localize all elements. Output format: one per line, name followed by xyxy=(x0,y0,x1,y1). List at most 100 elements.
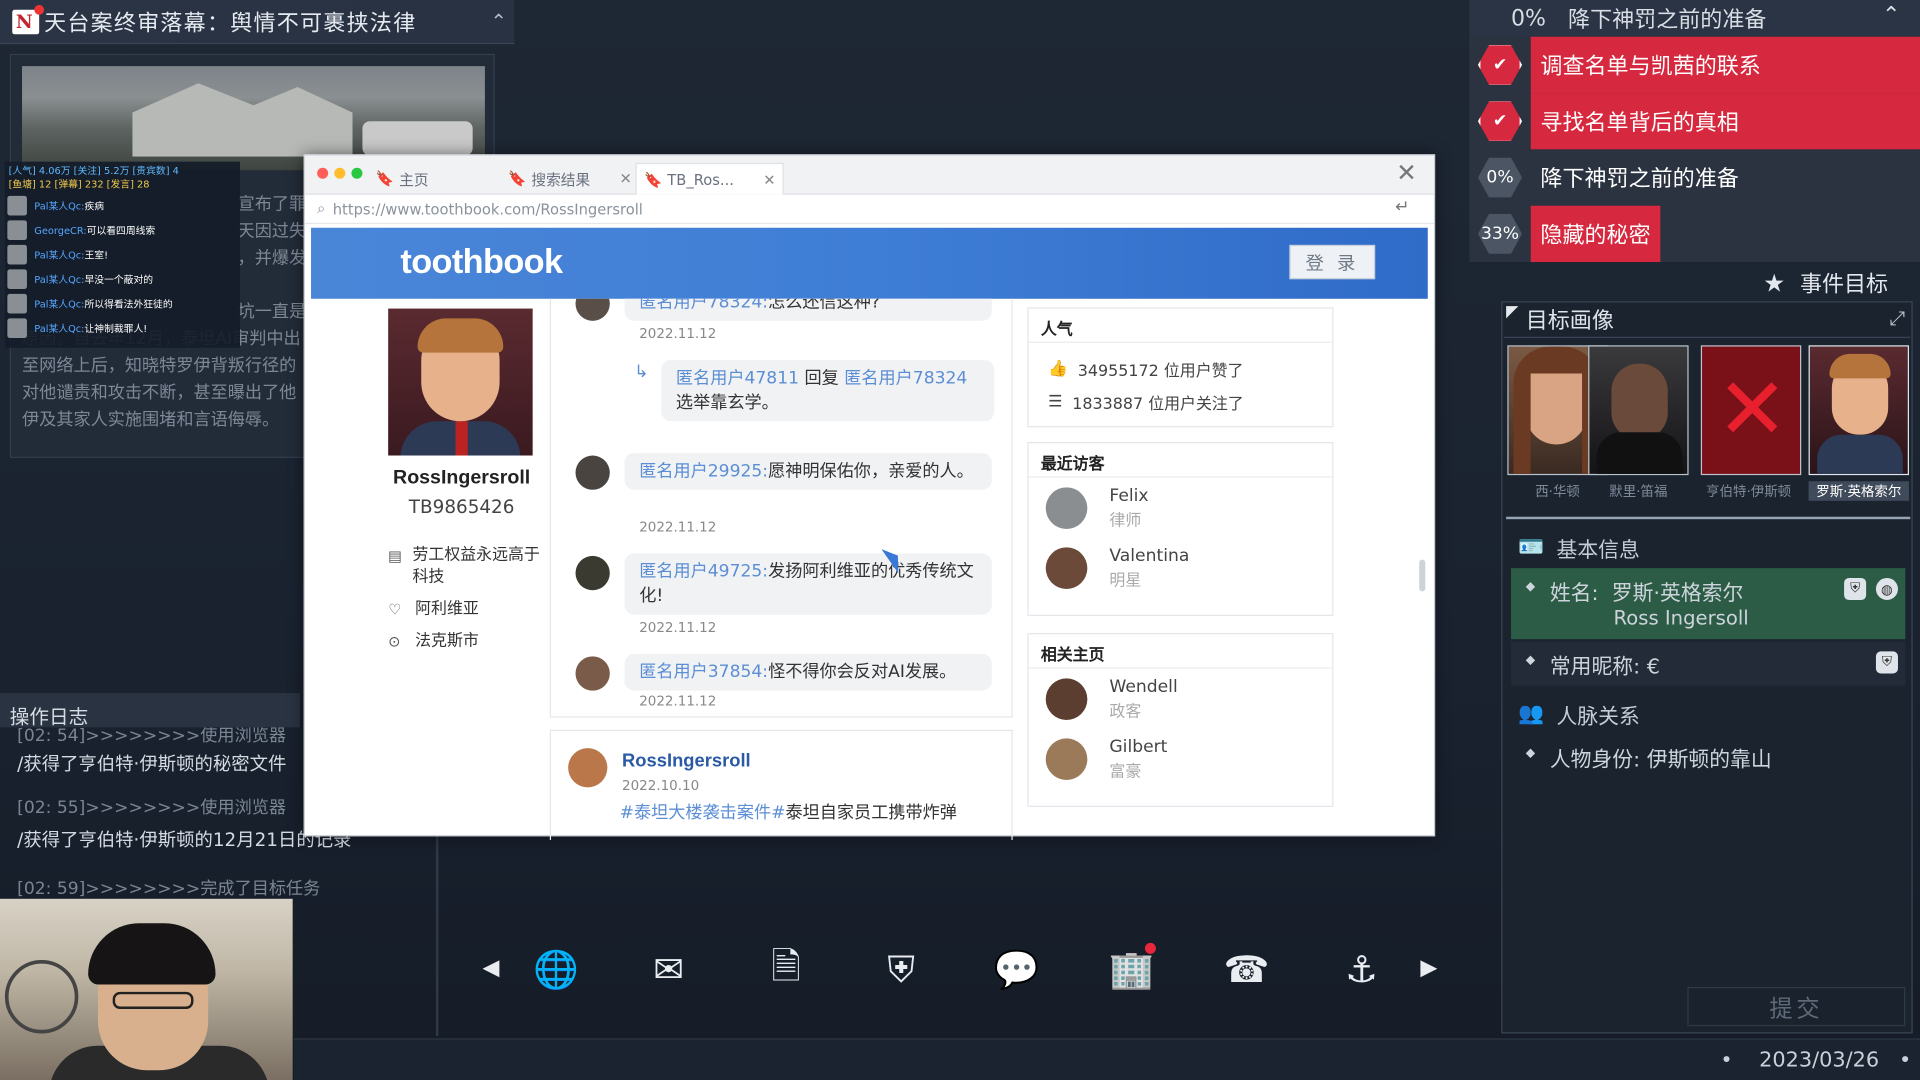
tab-bar: 🔖 主页 🔖 搜索结果 ✕ 🔖 TB_Ros... ✕ ✕ xyxy=(304,155,1434,195)
calendar-icon: ▤ xyxy=(388,547,403,565)
browser-window: 🔖 主页 🔖 搜索结果 ✕ 🔖 TB_Ros... ✕ ✕ ⌕ https://www.to… xyxy=(303,154,1436,841)
portrait-card[interactable]: ✕ xyxy=(1700,345,1802,476)
basic-info: 🪪 基本信息 ◆ 姓名: 罗斯·英格索尔 Ross Ingersoll ⛨ ◍ ◆ … xyxy=(1511,527,1906,780)
check-icon: ✔ xyxy=(1477,45,1523,85)
diamond-icon: ◆ xyxy=(1525,746,1536,761)
comment-feed: 匿名用户78324:怎么还信这种? 2022.11.12 ↳ 匿名用户47811… xyxy=(549,298,1013,718)
divider xyxy=(1506,516,1911,520)
post-author[interactable]: RossIngersroll xyxy=(622,751,751,772)
task-item[interactable]: 0% 降下神罚之前的准备 xyxy=(1469,149,1920,206)
cross-icon: ✕ xyxy=(1716,358,1789,460)
avatar xyxy=(575,656,610,691)
related-item[interactable]: Wendell 政客 xyxy=(1029,669,1333,729)
notification-dot-icon xyxy=(1144,942,1156,954)
collapse-chevron-icon[interactable]: ⌃ xyxy=(1882,2,1900,28)
check-icon: ✔ xyxy=(1477,101,1523,142)
close-browser-icon[interactable]: ✕ xyxy=(1396,158,1417,187)
dock-next-icon[interactable]: ▶ xyxy=(1420,955,1437,981)
shield-lock-icon[interactable]: ⛨ xyxy=(877,945,926,994)
nickname-field[interactable]: ◆ 常用昵称: € ⛨ xyxy=(1511,641,1906,686)
sql-file-icon[interactable]: 🗎 xyxy=(762,945,811,994)
mail-icon[interactable]: ✉ xyxy=(644,945,693,994)
globe-icon[interactable]: ◍ xyxy=(1875,577,1898,601)
tab-profile[interactable]: 🔖 TB_Ros... ✕ xyxy=(635,162,785,195)
bookmark-icon: 🔖 xyxy=(508,170,527,188)
visitor-item[interactable]: Felix 律师 xyxy=(1029,478,1333,538)
header-title: 天台案终审落幕：舆情不可裹挟法律 xyxy=(44,10,417,37)
status-bar xyxy=(293,1038,1920,1080)
article-line: 对他谴责和攻击不断，甚至曝出了他 xyxy=(22,383,297,403)
heart-icon: ♡ xyxy=(388,601,402,619)
streamer-webcam xyxy=(0,898,293,1080)
globe-icon[interactable]: 🌐 xyxy=(531,945,580,994)
profile-name: RossIngersroll xyxy=(393,467,531,489)
visitor-item[interactable]: Valentina 明星 xyxy=(1029,538,1333,598)
avatar xyxy=(7,195,27,216)
diamond-icon: ◆ xyxy=(1525,580,1536,594)
thumbs-up-icon: 👍 xyxy=(1048,360,1068,379)
target-title: 目标画像 ⤢ xyxy=(1503,304,1911,338)
app-header: N 天台案终审落幕：舆情不可裹挟法律 ⌃ xyxy=(0,0,515,45)
shield-icon[interactable]: ⛨ xyxy=(1875,651,1898,674)
tab-close-icon[interactable]: ✕ xyxy=(620,170,632,187)
profile-photo xyxy=(388,308,533,456)
hashtag-link[interactable]: #泰坦大楼袭击案件# xyxy=(620,803,786,823)
article-line: 伊及其家人实施围堵和言语侮辱。 xyxy=(22,410,280,430)
popularity-box: 人气 👍 34955172 位用户赞了 ☰ 1833887 位用户关注了 xyxy=(1027,307,1334,428)
avatar xyxy=(1045,486,1088,529)
scrollbar[interactable] xyxy=(1419,559,1426,592)
collapse-chevron-icon[interactable]: ⌃ xyxy=(491,10,507,33)
tab-home[interactable]: 🔖 主页 xyxy=(376,163,429,195)
avatar xyxy=(7,293,27,314)
login-button[interactable]: 登 录 xyxy=(1289,244,1376,280)
visitors-box: 最近访客 Felix 律师 Valentina 明星 xyxy=(1027,442,1334,616)
related-item[interactable]: Gilbert 富豪 xyxy=(1029,729,1333,789)
profile-info: ▤ 劳工权益永远高于科技 ♡ 阿利维亚 ⊙ 法克斯市 xyxy=(388,545,547,663)
close-window-dot-icon[interactable] xyxy=(317,167,329,179)
chat-message: Pal某人Qc: 让神制裁罪人! xyxy=(5,316,240,340)
minimize-dot-icon[interactable] xyxy=(334,167,346,179)
chat-message: Pal某人Qc: 早没一个蔽对的 xyxy=(5,267,240,291)
progress-badge: 33% xyxy=(1477,214,1523,254)
task-item[interactable]: ✔ 寻找名单背后的真相 xyxy=(1469,93,1920,150)
profile-card: RossIngersroll TB9865426 xyxy=(386,308,538,518)
portrait-card[interactable] xyxy=(1588,345,1689,476)
related-pages-box: 相关主页 Wendell 政客 Gilbert 富豪 xyxy=(1027,633,1334,807)
chat-message: Pal某人Qc: 疾病 xyxy=(5,193,240,217)
avatar xyxy=(1045,737,1088,780)
star-icon: ★ xyxy=(1763,268,1786,298)
portrait-caption: 罗斯·英格索尔 xyxy=(1808,481,1909,501)
avatar xyxy=(7,220,27,241)
chat-message: Pal某人Qc: 所以得看法外狂徒的 xyxy=(5,291,240,315)
chat-message: Pal某人Qc: 王室! xyxy=(5,242,240,266)
avatar xyxy=(575,555,610,591)
address-bar[interactable]: ⌕ https://www.toothbook.com/RossIngersrol… xyxy=(304,195,1434,225)
hook-icon[interactable]: ⚓ xyxy=(1337,945,1386,994)
tab-close-icon[interactable]: ✕ xyxy=(763,171,775,188)
search-icon: ⌕ xyxy=(317,199,326,217)
task-item[interactable]: 33% 隐藏的秘密 xyxy=(1469,205,1920,263)
oplog-title: 操作日志 xyxy=(0,693,301,729)
building-icon[interactable]: 🏢 xyxy=(1107,942,1156,994)
profile-id: TB9865426 xyxy=(408,495,515,518)
name-field[interactable]: ◆ 姓名: 罗斯·英格索尔 Ross Ingersoll ⛨ ◍ xyxy=(1511,568,1906,640)
shield-icon[interactable]: ⛨ xyxy=(1844,577,1867,601)
article-line: 至网络上后，知晓特罗伊背叛行径的 xyxy=(22,356,297,376)
people-icon: 👥 xyxy=(1518,701,1545,727)
avatar xyxy=(568,748,608,788)
location-icon: ⊙ xyxy=(388,633,401,651)
expand-icon[interactable]: ⤢ xyxy=(1890,306,1906,330)
task-item[interactable]: ✔ 调查名单与凯茜的联系 xyxy=(1469,36,1920,94)
avatar xyxy=(575,455,610,490)
dock-prev-icon[interactable]: ◀ xyxy=(482,955,499,981)
hi-chat-icon[interactable]: 💬 xyxy=(992,945,1041,994)
submit-button[interactable]: 提交 xyxy=(1687,986,1906,1027)
date-display: • 2023/03/26 • xyxy=(1720,1048,1912,1073)
tab-search-results[interactable]: 🔖 搜索结果 ✕ xyxy=(508,163,632,195)
phone-icon[interactable]: ☎ xyxy=(1222,945,1271,994)
portrait-card-selected[interactable] xyxy=(1808,345,1909,476)
event-target-title: ★ 事件目标 xyxy=(1763,268,1889,298)
relation-field[interactable]: ◆ 人物身份: 伊斯顿的靠山 xyxy=(1511,735,1905,780)
progress-badge: 0% xyxy=(1477,157,1523,198)
maximize-dot-icon[interactable] xyxy=(351,167,363,179)
